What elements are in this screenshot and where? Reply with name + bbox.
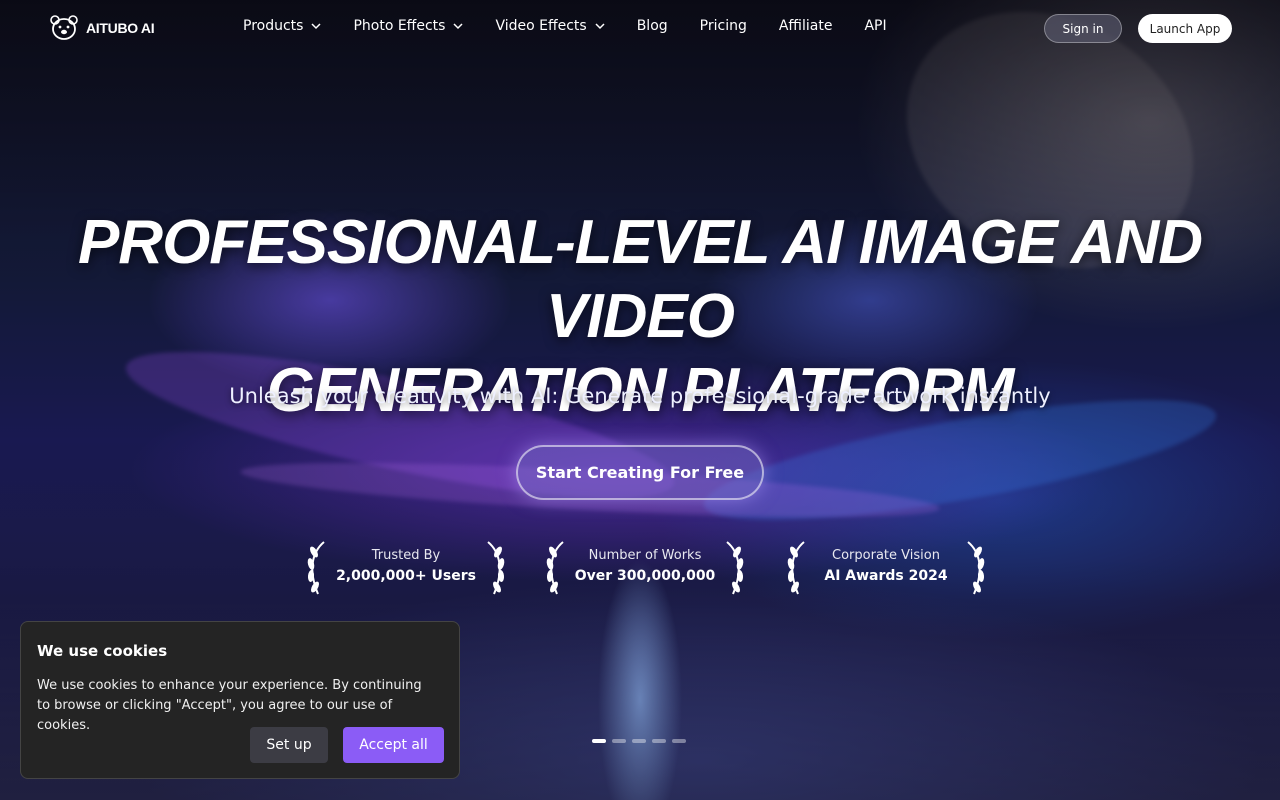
nav-item-video-effects[interactable]: Video Effects (495, 18, 605, 34)
laurel-wreath-icon (487, 541, 505, 595)
hero-subtitle: Unleash your creativity with AI: Generat… (229, 384, 1051, 408)
chevron-down-icon (311, 23, 321, 30)
nav-item-label: Pricing (699, 18, 747, 34)
site-header: AITUBO AI Products Photo Effects Video E… (0, 0, 1280, 56)
cookie-banner: We use cookies We use cookies to enhance… (20, 621, 460, 779)
nav-item-label: API (864, 18, 887, 34)
nav-item-label: Products (243, 18, 304, 34)
award-value: AI Awards 2024 (824, 568, 948, 584)
nav-item-blog[interactable]: Blog (637, 18, 668, 34)
nav-item-affiliate[interactable]: Affiliate (779, 18, 833, 34)
award-value: Over 300,000,000 (574, 568, 716, 584)
carousel-dot-1[interactable] (592, 739, 606, 743)
award-value: 2,000,000+ Users (336, 568, 476, 584)
launch-app-button[interactable]: Launch App (1138, 14, 1232, 43)
nav-item-pricing[interactable]: Pricing (700, 18, 747, 34)
laurel-wreath-icon (726, 541, 744, 595)
logo[interactable]: AITUBO AI (50, 15, 155, 41)
nav-item-label: Blog (636, 18, 668, 34)
nav-item-label: Video Effects (495, 18, 587, 34)
nav-item-photo-effects[interactable]: Photo Effects (353, 18, 463, 34)
carousel-dot-4[interactable] (652, 739, 666, 743)
carousel-dot-5[interactable] (672, 739, 686, 743)
bear-logo-icon (50, 15, 78, 40)
laurel-wreath-icon (546, 541, 564, 595)
nav-item-label: Photo Effects (353, 18, 446, 34)
carousel-dot-3[interactable] (632, 739, 646, 743)
award-trusted-by: Trusted By 2,000,000+ Users (306, 540, 506, 596)
nav-item-label: Affiliate (778, 18, 833, 34)
hero-title-line-1: PROFESSIONAL-LEVEL AI IMAGE AND VIDEO (77, 208, 1203, 351)
cookie-setup-button[interactable]: Set up (250, 727, 328, 763)
laurel-wreath-icon (967, 541, 985, 595)
nav-item-api[interactable]: API (864, 18, 886, 34)
carousel-pagination (592, 739, 686, 743)
award-corporate-vision: Corporate Vision AI Awards 2024 (786, 540, 986, 596)
award-number-of-works: Number of Works Over 300,000,000 (545, 540, 745, 596)
award-label: Number of Works (588, 548, 702, 563)
laurel-wreath-icon (787, 541, 805, 595)
start-creating-button[interactable]: Start Creating For Free (516, 445, 764, 500)
cookie-accept-all-button[interactable]: Accept all (343, 727, 444, 763)
brand-name: AITUBO AI (86, 20, 155, 36)
award-label: Trusted By (371, 548, 441, 563)
main-nav: Products Photo Effects Video Effects Blo… (243, 18, 887, 34)
laurel-wreath-icon (307, 541, 325, 595)
nav-item-products[interactable]: Products (243, 18, 321, 34)
chevron-down-icon (453, 23, 463, 30)
cookie-title: We use cookies (37, 642, 168, 660)
sign-in-button[interactable]: Sign in (1044, 14, 1122, 43)
chevron-down-icon (595, 23, 605, 30)
carousel-dot-2[interactable] (612, 739, 626, 743)
award-label: Corporate Vision (832, 548, 940, 563)
